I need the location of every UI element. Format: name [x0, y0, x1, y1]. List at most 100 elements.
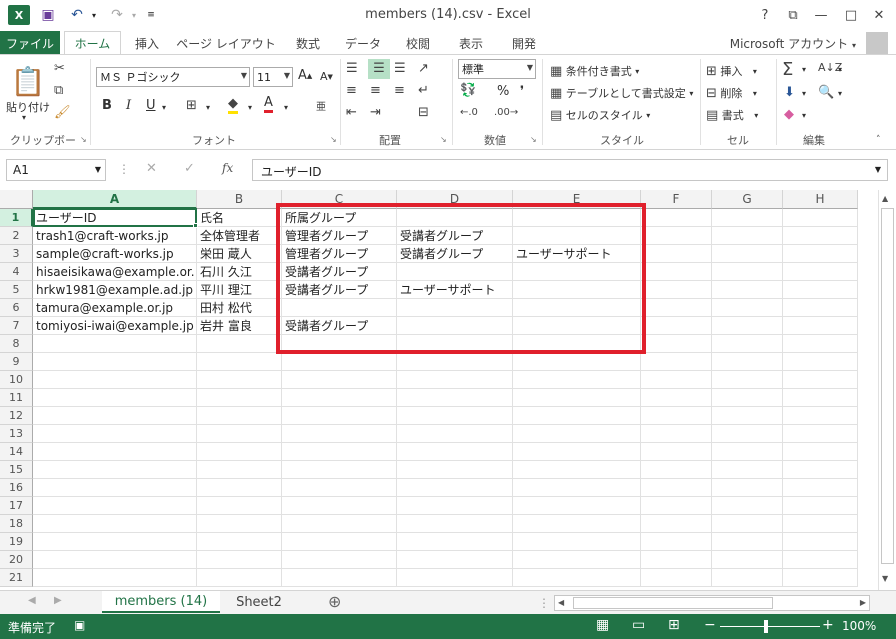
insert-function-icon[interactable]: fx: [222, 161, 233, 175]
cell-a11[interactable]: [33, 389, 197, 407]
cell-f9[interactable]: [641, 353, 712, 371]
cell-f13[interactable]: [641, 425, 712, 443]
cell-f5[interactable]: [641, 281, 712, 299]
find-select-icon[interactable]: 🔍: [818, 85, 834, 100]
cell-g2[interactable]: [712, 227, 783, 245]
cell-b15[interactable]: [197, 461, 282, 479]
cell-h9[interactable]: [783, 353, 858, 371]
column-header-f[interactable]: F: [641, 190, 712, 209]
scroll-right-icon[interactable]: ▶: [860, 598, 866, 607]
row-header-18[interactable]: 18: [0, 515, 33, 533]
cell-g11[interactable]: [712, 389, 783, 407]
cell-f11[interactable]: [641, 389, 712, 407]
cell-g9[interactable]: [712, 353, 783, 371]
cell-b12[interactable]: [197, 407, 282, 425]
cell-b7[interactable]: 岩井 富良: [197, 317, 282, 335]
border-dropdown-icon[interactable]: ▾: [206, 103, 210, 112]
row-header-2[interactable]: 2: [0, 227, 33, 245]
page-layout-view-icon[interactable]: ▭: [632, 617, 645, 633]
cell-f1[interactable]: [641, 209, 712, 227]
cell-b21[interactable]: [197, 569, 282, 587]
cell-a12[interactable]: [33, 407, 197, 425]
grow-font-button[interactable]: A ▲: [298, 68, 312, 83]
cell-g17[interactable]: [712, 497, 783, 515]
cell-e9[interactable]: [513, 353, 641, 371]
fill-handle[interactable]: [193, 223, 198, 228]
font-name-combo[interactable]: ＭＳ Ｐゴシック ▼: [96, 67, 250, 87]
column-header-b[interactable]: B: [197, 190, 282, 209]
cell-g8[interactable]: [712, 335, 783, 353]
cell-a8[interactable]: [33, 335, 197, 353]
cell-c17[interactable]: [282, 497, 397, 515]
cell-b20[interactable]: [197, 551, 282, 569]
cell-h11[interactable]: [783, 389, 858, 407]
cell-b3[interactable]: 栄田 蔵人: [197, 245, 282, 263]
cell-b5[interactable]: 平川 理江: [197, 281, 282, 299]
clear-icon[interactable]: ◆: [784, 107, 794, 122]
cell-c10[interactable]: [282, 371, 397, 389]
collapse-ribbon-icon[interactable]: ˄: [876, 135, 881, 145]
row-header-1[interactable]: 1: [0, 209, 33, 227]
cell-h16[interactable]: [783, 479, 858, 497]
row-header-10[interactable]: 10: [0, 371, 33, 389]
cell-h1[interactable]: [783, 209, 858, 227]
cell-h19[interactable]: [783, 533, 858, 551]
sheet-tab-members[interactable]: members (14): [102, 591, 220, 613]
row-header-5[interactable]: 5: [0, 281, 33, 299]
cell-a17[interactable]: [33, 497, 197, 515]
row-header-16[interactable]: 16: [0, 479, 33, 497]
wrap-text-icon[interactable]: ↵: [418, 83, 429, 98]
scroll-left-icon[interactable]: ◀: [558, 598, 564, 607]
zoom-slider-thumb[interactable]: [764, 620, 768, 633]
cell-b10[interactable]: [197, 371, 282, 389]
align-right-icon[interactable]: ≡: [394, 83, 405, 98]
cell-a20[interactable]: [33, 551, 197, 569]
column-header-a[interactable]: A: [33, 190, 197, 209]
cell-c20[interactable]: [282, 551, 397, 569]
scroll-up-icon[interactable]: ▲: [882, 194, 888, 203]
cell-g6[interactable]: [712, 299, 783, 317]
cell-f7[interactable]: [641, 317, 712, 335]
cell-a7[interactable]: tomiyosi-iwai@example.jp: [33, 317, 197, 335]
merge-center-icon[interactable]: ⊟: [418, 105, 429, 120]
zoom-slider[interactable]: [720, 626, 820, 627]
cell-g20[interactable]: [712, 551, 783, 569]
decrease-decimal-icon[interactable]: .00→: [494, 107, 518, 118]
cell-e15[interactable]: [513, 461, 641, 479]
underline-dropdown-icon[interactable]: ▾: [162, 103, 166, 112]
cut-icon[interactable]: ✂: [54, 61, 65, 76]
cell-b16[interactable]: [197, 479, 282, 497]
underline-button[interactable]: U: [146, 98, 156, 113]
cell-f20[interactable]: [641, 551, 712, 569]
column-header-g[interactable]: G: [712, 190, 783, 209]
cell-e17[interactable]: [513, 497, 641, 515]
cell-styles-button[interactable]: ▤ セルのスタイル ▾: [550, 107, 650, 123]
help-button[interactable]: ?: [752, 4, 778, 26]
tab-home[interactable]: ホーム: [64, 31, 121, 55]
tab-developer[interactable]: 開発: [500, 31, 548, 55]
cell-h15[interactable]: [783, 461, 858, 479]
cell-f10[interactable]: [641, 371, 712, 389]
cell-d13[interactable]: [397, 425, 513, 443]
cell-h7[interactable]: [783, 317, 858, 335]
fill-icon[interactable]: ⬇: [784, 85, 795, 100]
sheet-tab-sheet2[interactable]: Sheet2: [226, 591, 292, 613]
row-header-8[interactable]: 8: [0, 335, 33, 353]
cell-b4[interactable]: 石川 久江: [197, 263, 282, 281]
cell-e10[interactable]: [513, 371, 641, 389]
decrease-indent-icon[interactable]: ⇤: [346, 105, 357, 120]
comma-button[interactable]: ❜: [520, 84, 524, 99]
cell-b6[interactable]: 田村 松代: [197, 299, 282, 317]
row-header-19[interactable]: 19: [0, 533, 33, 551]
cell-c16[interactable]: [282, 479, 397, 497]
align-middle-icon[interactable]: ☰: [368, 59, 390, 79]
cell-c21[interactable]: [282, 569, 397, 587]
ribbon-display-button[interactable]: ⧉: [780, 4, 806, 26]
cell-e11[interactable]: [513, 389, 641, 407]
close-button[interactable]: ✕: [866, 4, 892, 26]
fill-color-dropdown-icon[interactable]: ▾: [248, 103, 252, 112]
row-header-11[interactable]: 11: [0, 389, 33, 407]
worksheet-grid[interactable]: ABCDEFGH 1 2 3 4 5 6 7 8 9 10 11 12 13 14 15 16 17 18 19 20…: [0, 190, 878, 590]
cell-f19[interactable]: [641, 533, 712, 551]
page-break-view-icon[interactable]: ⊞: [668, 617, 680, 633]
